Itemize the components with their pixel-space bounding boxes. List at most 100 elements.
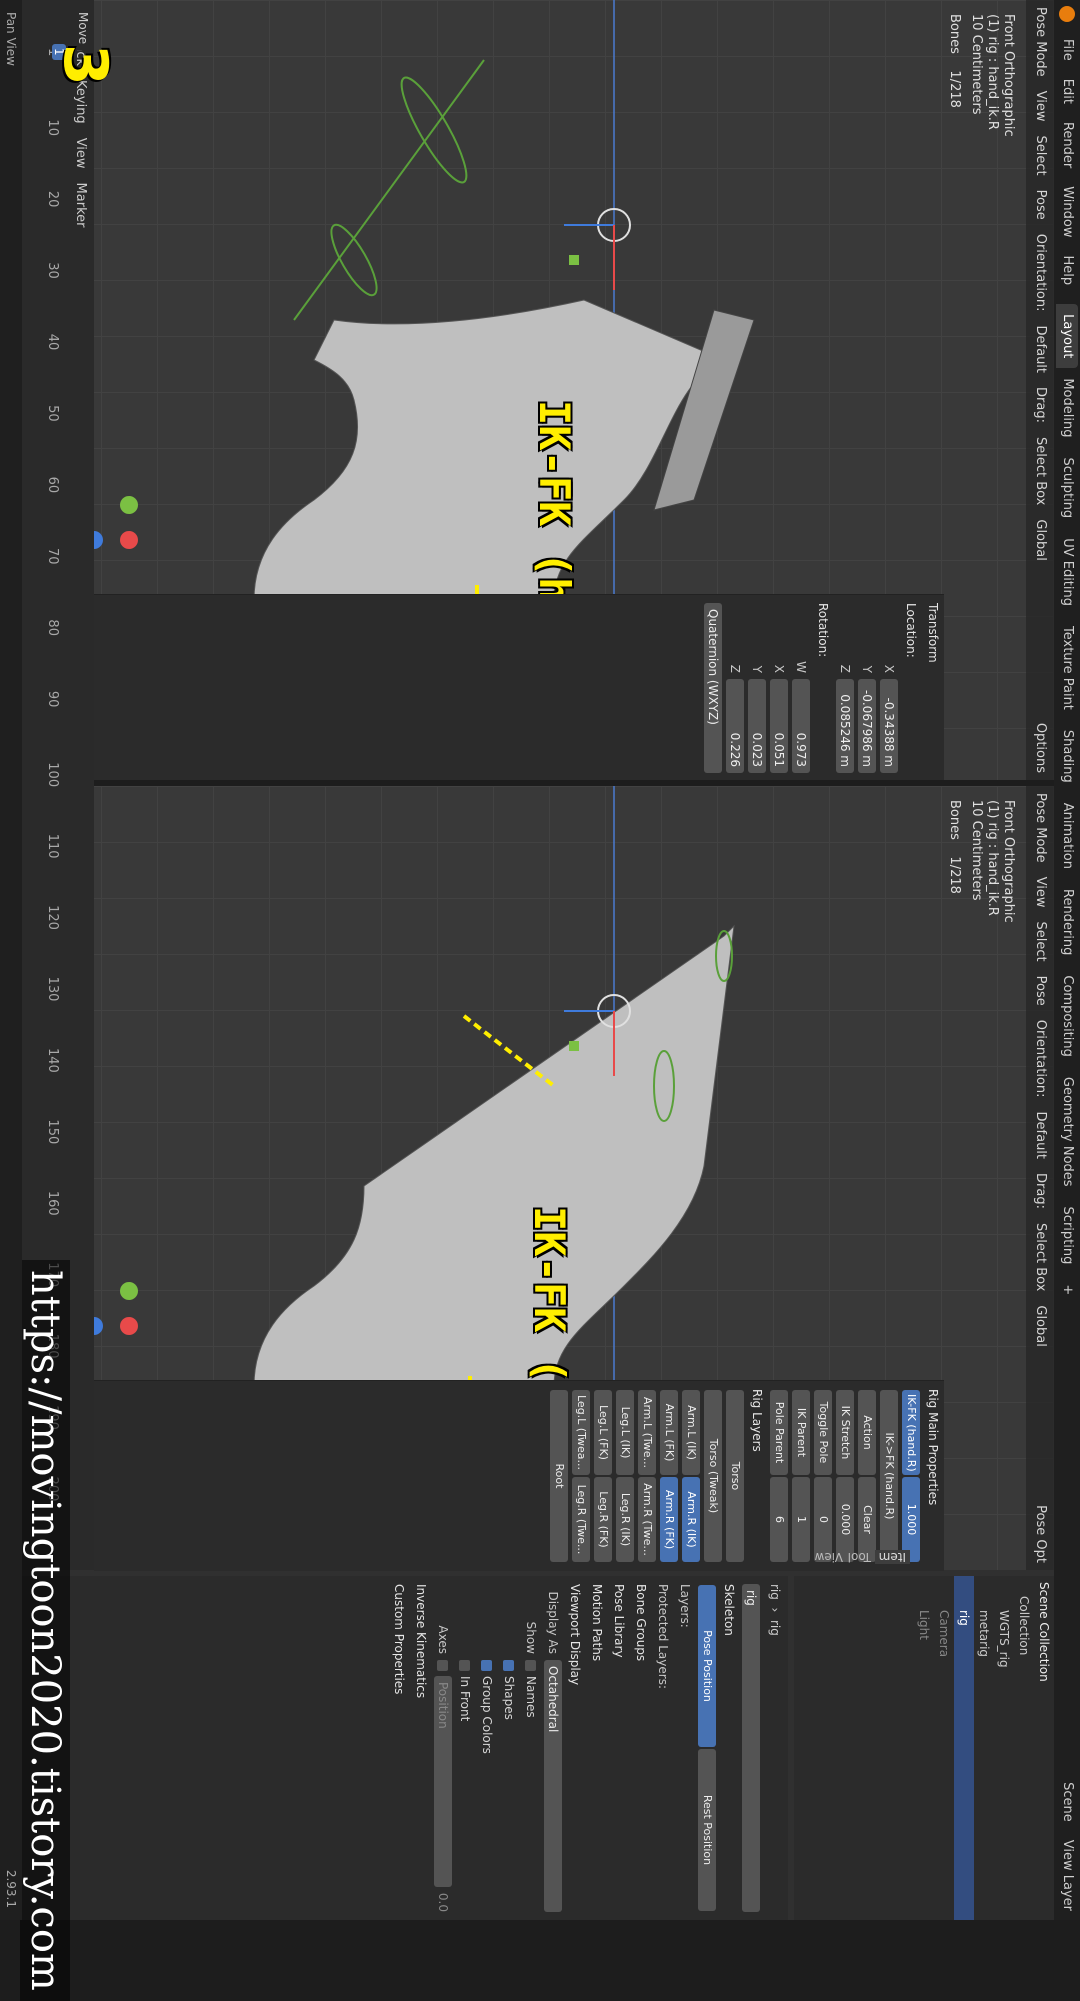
npanel-tab-view[interactable]: View: [815, 1550, 843, 1564]
menu-file[interactable]: File: [1054, 30, 1080, 70]
breadcrumb-armature[interactable]: rig: [768, 1620, 782, 1636]
rot-x-label: X: [772, 664, 786, 673]
outliner-item-collection[interactable]: Collection: [1014, 1576, 1034, 1920]
armature-name-field[interactable]: rig: [742, 1584, 760, 1912]
rotation-y-field[interactable]: 0.023: [748, 679, 766, 773]
loc-z-label: Z: [838, 664, 852, 673]
layer-root[interactable]: Root: [550, 1390, 568, 1562]
workspace-tab-texture-paint[interactable]: Texture Paint: [1056, 616, 1078, 720]
add-workspace-button[interactable]: +: [1056, 1274, 1078, 1305]
shapes-checkbox[interactable]: [503, 1660, 515, 1671]
sidebar-npanel-left: Transform Location: X -0.34388 m Y -0.0679…: [94, 594, 944, 781]
layer-arm-l-tweak[interactable]: Arm.L (Twe...: [638, 1390, 656, 1475]
location-z-field[interactable]: 0.085246 m: [836, 679, 854, 773]
blender-window: File Edit Render Window Help Layout Mode…: [0, 0, 1080, 2001]
layer-leg-l-fk[interactable]: Leg.L (FK): [594, 1390, 612, 1475]
shapes-label: Shapes: [502, 1676, 516, 1720]
workspace-tab-rendering[interactable]: Rendering: [1056, 879, 1078, 965]
workspace-tab-sculpting[interactable]: Sculpting: [1056, 447, 1078, 528]
workspace-tab-geometry-nodes[interactable]: Geometry Nodes: [1056, 1067, 1078, 1197]
rotation-x-field[interactable]: 0.051: [770, 679, 788, 773]
outliner: Scene Collection Collection WGTS_rig met…: [794, 1576, 1054, 1920]
rest-position-button[interactable]: Rest Position: [698, 1749, 716, 1911]
npanel-tab-item[interactable]: Item: [874, 1550, 910, 1564]
layer-leg-r-ik[interactable]: Leg.R (IK): [616, 1477, 634, 1562]
action-field[interactable]: Action: [858, 1390, 876, 1475]
layer-arm-r-fk[interactable]: Arm.R (FK): [660, 1477, 678, 1562]
axes-checkbox[interactable]: [437, 1660, 449, 1671]
ikfk-slider[interactable]: IK-FK (hand.R): [902, 1390, 920, 1475]
timeline-tick: 90: [45, 690, 60, 708]
transform-header[interactable]: Transform: [922, 595, 944, 781]
timeline-tick: 140: [45, 1048, 60, 1073]
outliner-item-wgts-rig[interactable]: WGTS_rig: [994, 1576, 1014, 1920]
position-field[interactable]: Position: [434, 1676, 452, 1887]
timeline-keying-menu[interactable]: Keying: [73, 80, 88, 124]
workspace-tab-scripting[interactable]: Scripting: [1056, 1197, 1078, 1275]
layer-torso[interactable]: Torso: [726, 1390, 744, 1562]
outliner-item-light[interactable]: Light: [914, 1576, 934, 1920]
layer-arm-r-tweak[interactable]: Arm.R (Twe...: [638, 1477, 656, 1562]
in-front-checkbox[interactable]: [459, 1660, 471, 1671]
workspace-tab-animation[interactable]: Animation: [1056, 793, 1078, 879]
rotation-w-field[interactable]: 0.973: [792, 679, 810, 773]
workspace-tab-shading[interactable]: Shading: [1056, 720, 1078, 793]
menu-window[interactable]: Window: [1054, 177, 1080, 246]
display-as-label: Display As: [546, 1591, 560, 1654]
timeline-tick: 40: [45, 333, 60, 351]
rig-main-header[interactable]: Rig Main Properties: [922, 1381, 944, 1571]
rig-layers-header[interactable]: Rig Layers: [746, 1381, 768, 1571]
display-as-dropdown[interactable]: Octahedral: [544, 1660, 562, 1912]
scene-selector[interactable]: Scene: [1054, 1773, 1080, 1831]
section-custom-properties[interactable]: Custom Properties: [388, 1576, 410, 1920]
rot-y-label: Y: [750, 665, 764, 673]
timeline-marker-menu[interactable]: Marker: [73, 183, 88, 228]
rotation-z-field[interactable]: 0.226: [726, 679, 744, 773]
workspace-tab-compositing[interactable]: Compositing: [1056, 965, 1078, 1067]
section-inverse-kinematics[interactable]: Inverse Kinematics: [410, 1576, 432, 1920]
layer-arm-l-fk[interactable]: Arm.L (FK): [660, 1390, 678, 1475]
npanel-tab-tool[interactable]: Tool: [847, 1550, 870, 1564]
layer-leg-r-tweak[interactable]: Leg.R (Twe...: [572, 1477, 590, 1562]
rotation-mode-dropdown[interactable]: Quaternion (WXYZ): [704, 603, 722, 773]
section-bone-groups[interactable]: Bone Groups: [630, 1576, 652, 1920]
section-viewport-display[interactable]: Viewport Display: [564, 1576, 586, 1920]
breadcrumb-object[interactable]: rig: [768, 1584, 782, 1600]
skeleton-header[interactable]: Skeleton: [718, 1576, 740, 1920]
toggle-pole-label: Toggle Pole: [814, 1390, 832, 1475]
section-pose-library[interactable]: Pose Library: [608, 1576, 630, 1920]
pose-position-button[interactable]: Pose Position: [698, 1585, 716, 1747]
layer-torso-tweak[interactable]: Torso (Tweak): [704, 1390, 722, 1562]
workspace-tab-uv-editing[interactable]: UV Editing: [1056, 528, 1078, 616]
menu-edit[interactable]: Edit: [1054, 70, 1080, 113]
layer-leg-l-tweak[interactable]: Leg.L (Twea...: [572, 1390, 590, 1475]
ik-stretch-label: IK Stretch: [836, 1390, 854, 1475]
rot-w-label: W: [794, 661, 808, 673]
names-checkbox[interactable]: [525, 1660, 537, 1671]
menu-help[interactable]: Help: [1054, 247, 1080, 295]
menu-render[interactable]: Render: [1054, 113, 1080, 177]
outliner-item-metarig[interactable]: metarig: [974, 1576, 994, 1920]
layer-arm-r-ik[interactable]: Arm.R (IK): [682, 1477, 700, 1562]
group-colors-checkbox[interactable]: [481, 1660, 493, 1671]
view-layer-selector[interactable]: View Layer: [1054, 1831, 1080, 1920]
timeline-tick: 50: [45, 405, 60, 422]
location-x-field[interactable]: -0.34388 m: [880, 679, 898, 773]
properties-editor: rig › rig rig Skeleton Pose Position Rest…: [22, 1576, 788, 1920]
outliner-scene-collection[interactable]: Scene Collection: [1034, 1576, 1054, 1920]
layer-leg-r-fk[interactable]: Leg.R (FK): [594, 1477, 612, 1562]
outliner-item-rig[interactable]: rig: [954, 1576, 974, 1920]
timeline-tick: 80: [45, 619, 60, 636]
outliner-item-camera[interactable]: Camera: [934, 1576, 954, 1920]
workspace-tab-layout[interactable]: Layout: [1056, 304, 1078, 369]
timeline-tick: 130: [45, 976, 60, 1002]
layer-leg-l-ik[interactable]: Leg.L (IK): [616, 1390, 634, 1475]
workspace-tab-modeling[interactable]: Modeling: [1056, 368, 1078, 447]
timeline-view-menu[interactable]: View: [73, 138, 88, 169]
sidebar-npanel-right: Rig Main Properties IK-FK (hand.R) 1.000 …: [94, 1380, 944, 1571]
layer-arm-l-ik[interactable]: Arm.L (IK): [682, 1390, 700, 1475]
ik-to-fk-button[interactable]: IK->FK (hand.R): [880, 1390, 898, 1562]
section-motion-paths[interactable]: Motion Paths: [586, 1576, 608, 1920]
blender-logo-icon[interactable]: [1059, 6, 1075, 22]
location-y-field[interactable]: -0.067986 m: [858, 679, 876, 773]
